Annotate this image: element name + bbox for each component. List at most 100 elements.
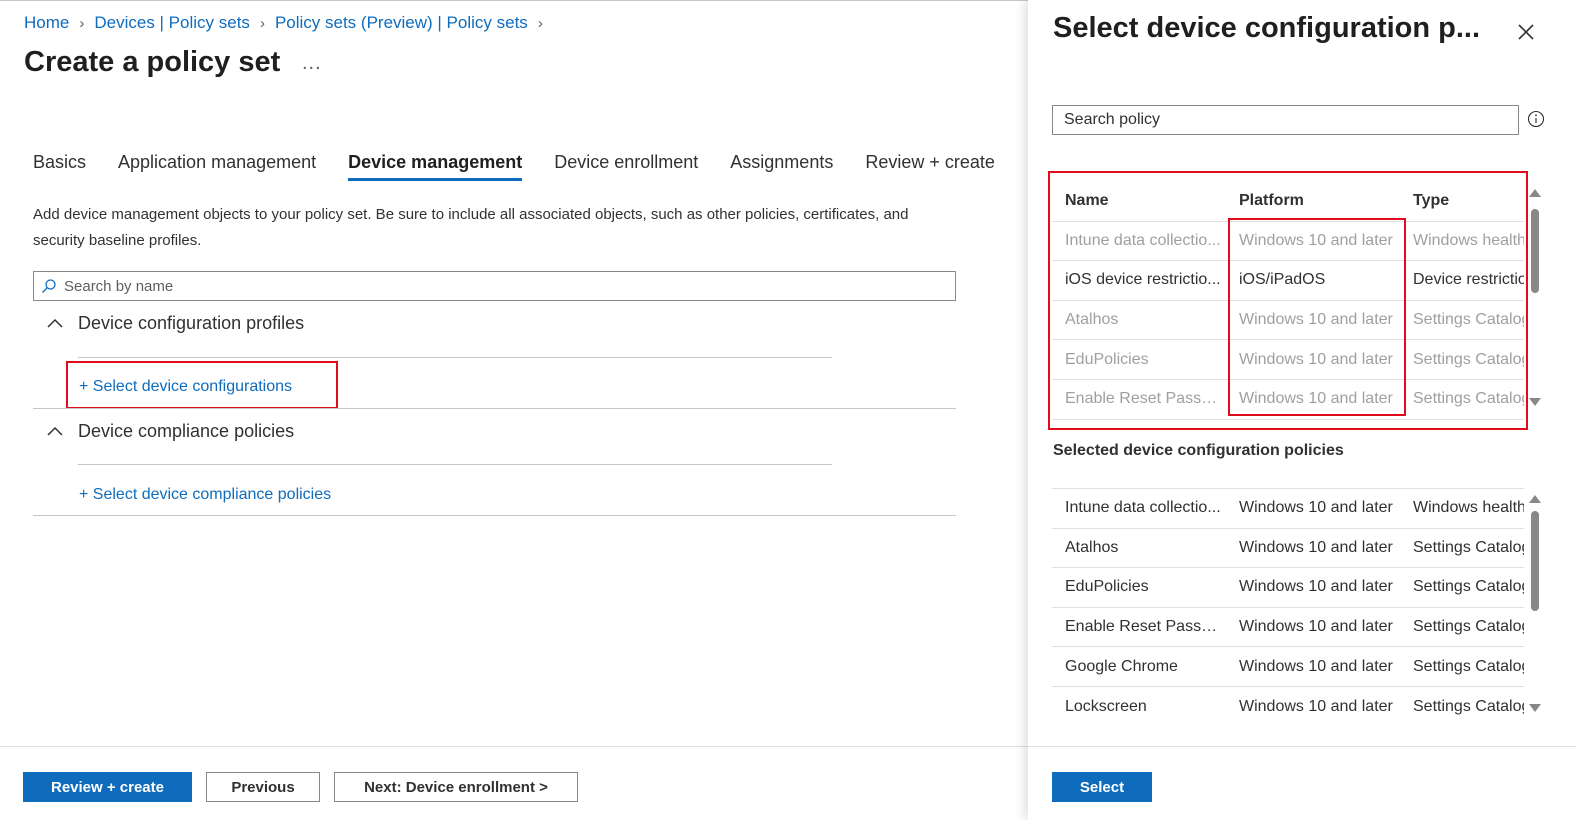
tab-application-management[interactable]: Application management: [118, 152, 316, 181]
policy-platform: Windows 10 and later: [1239, 697, 1393, 715]
available-grid-scrollbar[interactable]: [1529, 189, 1541, 406]
policy-type: Settings Catalog: [1413, 390, 1524, 408]
policy-type: Device restrictions: [1413, 271, 1524, 289]
section-config-title: Device configuration profiles: [78, 312, 305, 333]
info-icon[interactable]: [1527, 110, 1545, 128]
grid-header-row: Name Platform Type: [1052, 182, 1524, 222]
policy-type: Windows health: [1413, 499, 1524, 517]
divider: [78, 464, 832, 465]
divider: [33, 408, 956, 409]
policy-name: iOS device restrictio...: [1065, 271, 1221, 289]
breadcrumb-devices[interactable]: Devices | Policy sets: [94, 13, 250, 33]
scroll-thumb[interactable]: [1531, 209, 1539, 293]
policy-name: Atalhos: [1065, 311, 1119, 329]
close-icon[interactable]: [1514, 20, 1538, 44]
policy-name: Enable Reset Passwo...: [1065, 618, 1226, 636]
search-by-name-box: [33, 271, 956, 301]
policy-platform: iOS/iPadOS: [1239, 271, 1326, 289]
selected-grid-scrollbar[interactable]: [1529, 495, 1541, 712]
policy-row[interactable]: Intune data collectio... Windows 10 and …: [1052, 222, 1524, 262]
select-device-configurations-link[interactable]: + Select device configurations: [79, 378, 292, 396]
search-policy-input[interactable]: [1064, 111, 1504, 129]
column-header-platform[interactable]: Platform: [1226, 192, 1400, 210]
policy-name: Atalhos: [1065, 538, 1119, 556]
chevron-right-icon: ›: [259, 14, 265, 32]
breadcrumb-home[interactable]: Home: [24, 13, 69, 33]
policy-platform: Windows 10 and later: [1239, 499, 1393, 517]
selected-policies-heading: Selected device configuration policies: [1053, 442, 1344, 459]
policy-type: Settings Catalog: [1413, 697, 1524, 715]
breadcrumb: Home › Devices | Policy sets › Policy se…: [24, 13, 553, 33]
chevron-up-icon: [47, 426, 63, 436]
policy-name: Enable Reset Passwo...: [1065, 390, 1226, 408]
policy-platform: Windows 10 and later: [1239, 350, 1393, 368]
scroll-down-icon[interactable]: [1529, 704, 1541, 712]
policy-platform: Windows 10 and later: [1239, 657, 1393, 675]
blade-footer-divider: [1028, 746, 1576, 747]
section-config-header[interactable]: Device configuration profiles: [44, 312, 304, 334]
review-create-button[interactable]: Review + create: [23, 772, 192, 802]
scroll-up-icon[interactable]: [1529, 495, 1541, 503]
policy-name: Google Chrome: [1065, 657, 1178, 675]
selected-policy-row[interactable]: EduPolicies Windows 10 and later Setting…: [1052, 568, 1524, 608]
policy-platform: Windows 10 and later: [1239, 538, 1393, 556]
chevron-right-icon: ›: [79, 14, 85, 32]
policy-platform: Windows 10 and later: [1239, 618, 1393, 636]
page-title: Create a policy set: [24, 46, 281, 78]
column-header-type[interactable]: Type: [1400, 192, 1524, 210]
search-policy-box: [1052, 105, 1519, 135]
tab-device-management[interactable]: Device management: [348, 152, 523, 181]
tab-basics[interactable]: Basics: [33, 152, 86, 181]
tab-assignments[interactable]: Assignments: [730, 152, 833, 181]
policy-row[interactable]: Enable Reset Passwo... Windows 10 and la…: [1052, 380, 1524, 420]
policy-type: Settings Catalog: [1413, 618, 1524, 636]
footer-divider: [0, 746, 1028, 747]
policy-name: Lockscreen: [1065, 697, 1147, 715]
scroll-up-icon[interactable]: [1529, 189, 1541, 197]
policy-platform: Windows 10 and later: [1239, 578, 1393, 596]
scroll-thumb[interactable]: [1531, 511, 1539, 611]
policy-row[interactable]: Atalhos Windows 10 and later Settings Ca…: [1052, 301, 1524, 341]
policy-name: Intune data collectio...: [1065, 231, 1221, 249]
select-policy-blade: Select device configuration p... Name Pl…: [1028, 0, 1576, 820]
chevron-up-icon: [47, 318, 63, 328]
policy-type: Windows health: [1413, 231, 1524, 249]
description-text: Add device management objects to your po…: [33, 206, 909, 249]
policy-type: Settings Catalog: [1413, 350, 1524, 368]
select-button[interactable]: Select: [1052, 772, 1152, 802]
policy-platform: Windows 10 and later: [1239, 311, 1393, 329]
selected-policies-grid: Intune data collectio... Windows 10 and …: [1052, 488, 1524, 728]
previous-button[interactable]: Previous: [206, 772, 320, 802]
section-compliance-title: Device compliance policies: [78, 420, 295, 441]
tab-review-create[interactable]: Review + create: [865, 152, 995, 181]
select-device-compliance-policies-link[interactable]: + Select device compliance policies: [79, 486, 331, 504]
breadcrumb-policy-sets[interactable]: Policy sets (Preview) | Policy sets: [275, 13, 528, 33]
divider: [33, 515, 956, 516]
search-input[interactable]: [64, 277, 944, 295]
section-compliance-header[interactable]: Device compliance policies: [44, 420, 294, 442]
selected-policy-row[interactable]: Atalhos Windows 10 and later Settings Ca…: [1052, 529, 1524, 569]
selected-policy-row[interactable]: Enable Reset Passwo... Windows 10 and la…: [1052, 608, 1524, 648]
selected-policy-row[interactable]: Intune data collectio... Windows 10 and …: [1052, 489, 1524, 529]
policy-platform: Windows 10 and later: [1239, 390, 1393, 408]
policy-name: EduPolicies: [1065, 350, 1149, 368]
next-device-enrollment-button[interactable]: Next: Device enrollment >: [334, 772, 578, 802]
more-options-icon[interactable]: ...: [302, 52, 322, 75]
policy-row[interactable]: EduPolicies Windows 10 and later Setting…: [1052, 340, 1524, 380]
selected-policy-row[interactable]: Google Chrome Windows 10 and later Setti…: [1052, 647, 1524, 687]
policy-type: Settings Catalog: [1413, 538, 1524, 556]
blade-title: Select device configuration p...: [1053, 12, 1481, 44]
policy-name: EduPolicies: [1065, 578, 1149, 596]
available-policies-grid: Name Platform Type Intune data collectio…: [1052, 182, 1524, 422]
policy-name: Intune data collectio...: [1065, 499, 1221, 517]
scroll-down-icon[interactable]: [1529, 398, 1541, 406]
tab-device-enrollment[interactable]: Device enrollment: [554, 152, 698, 181]
policy-type: Settings Catalog: [1413, 657, 1524, 675]
column-header-name[interactable]: Name: [1052, 192, 1226, 210]
policy-type: Settings Catalog: [1413, 578, 1524, 596]
policy-type: Settings Catalog: [1413, 311, 1524, 329]
selected-policy-row[interactable]: Lockscreen Windows 10 and later Settings…: [1052, 687, 1524, 727]
divider: [78, 357, 832, 358]
policy-row[interactable]: iOS device restrictio... iOS/iPadOS Devi…: [1052, 261, 1524, 301]
chevron-right-icon: ›: [537, 14, 543, 32]
